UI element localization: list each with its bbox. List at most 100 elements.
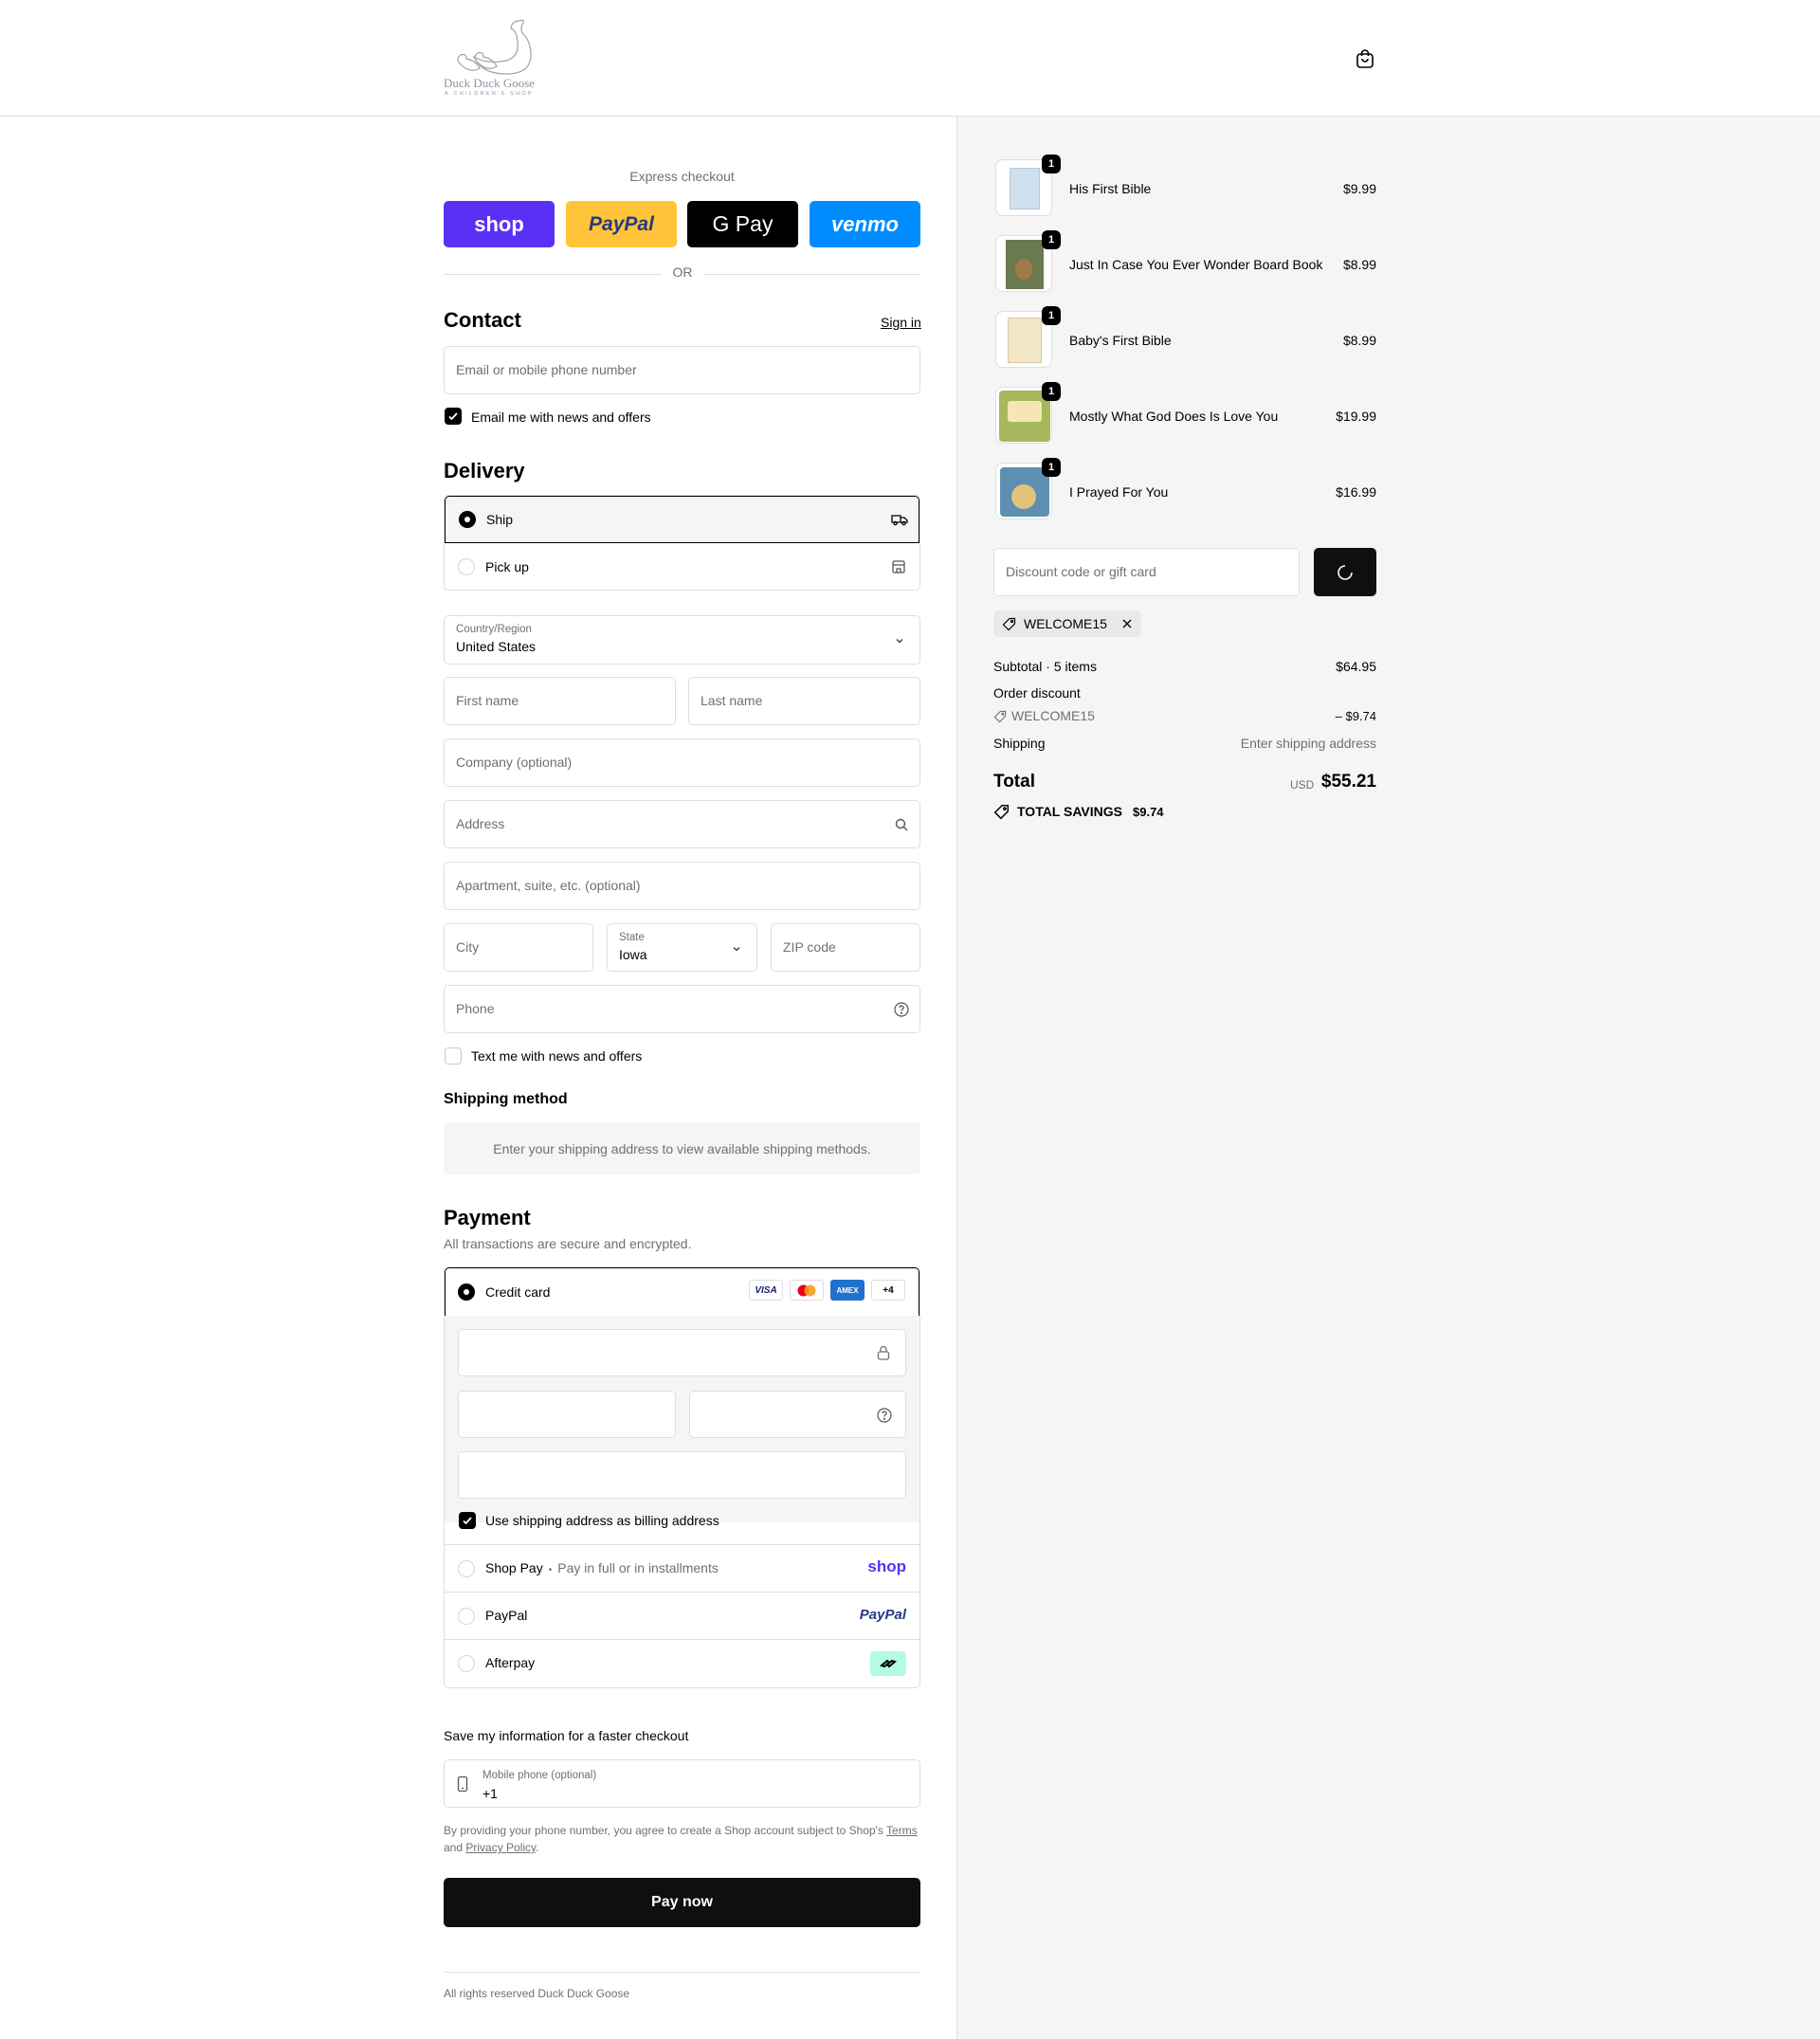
address-field[interactable]: Address (444, 800, 920, 848)
shipping-method-heading: Shipping method (444, 1091, 568, 1107)
last-name-field[interactable]: Last name (688, 677, 920, 725)
pay-now-button[interactable]: Pay now (444, 1878, 920, 1927)
phone-placeholder: Phone (456, 1001, 495, 1016)
phone-field[interactable]: Phone (444, 985, 920, 1033)
credit-card-radio[interactable] (458, 1283, 475, 1301)
order-summary-panel (956, 117, 1820, 2039)
pickup-radio[interactable] (458, 558, 475, 575)
city-field[interactable]: City (444, 923, 593, 972)
store-logo[interactable]: Duck Duck Goose A CHILDREN'S SHOP (444, 17, 555, 97)
save-info-heading: Save my information for a faster checkou… (444, 1728, 689, 1743)
name-on-card-field[interactable] (458, 1451, 906, 1499)
mobile-phone-icon (457, 1775, 468, 1793)
quantity-badge: 1 (1042, 458, 1061, 477)
quantity-badge: 1 (1042, 306, 1061, 325)
afterpay-radio[interactable] (458, 1655, 475, 1672)
order-discount-label: Order discount (993, 685, 1081, 701)
shop-pay-option[interactable]: Shop Pay • Pay in full or in installments … (444, 1544, 920, 1592)
zip-field[interactable]: ZIP code (771, 923, 920, 972)
shopping-bag-icon[interactable] (1354, 47, 1376, 70)
card-number-field[interactable] (458, 1329, 906, 1376)
amex-icon: AMEX (830, 1280, 864, 1301)
email-placeholder: Email or mobile phone number (456, 362, 637, 377)
zip-placeholder: ZIP code (783, 939, 836, 955)
checkmark-icon (463, 1517, 472, 1525)
or-separator: OR (672, 264, 693, 280)
sign-in-link[interactable]: Sign in (881, 315, 921, 330)
apartment-field[interactable]: Apartment, suite, etc. (optional) (444, 862, 920, 910)
divider (444, 274, 662, 275)
discount-code-field[interactable]: Discount code or gift card (993, 548, 1300, 596)
mobile-phone-field[interactable]: Mobile phone (optional) +1 (444, 1759, 920, 1808)
product-price: $8.99 (1342, 257, 1376, 272)
city-placeholder: City (456, 939, 480, 955)
total-savings-value: $9.74 (1133, 805, 1164, 819)
credit-card-label: Credit card (485, 1284, 551, 1300)
delivery-option-pickup[interactable]: Pick up (445, 543, 919, 590)
savings-tag-icon (993, 804, 1010, 820)
privacy-policy-link[interactable]: Privacy Policy (465, 1841, 536, 1854)
payment-subheading: All transactions are secure and encrypte… (444, 1236, 692, 1251)
email-field[interactable]: Email or mobile phone number (444, 346, 920, 394)
product-name: I Prayed For You (1069, 484, 1169, 500)
contact-heading: Contact (444, 308, 521, 332)
quantity-badge: 1 (1042, 382, 1061, 401)
terms-link[interactable]: Terms (886, 1824, 918, 1837)
paypal-logo: PayPal (859, 1607, 906, 1623)
company-field[interactable]: Company (optional) (444, 738, 920, 787)
first-name-field[interactable]: First name (444, 677, 676, 725)
order-discount-code: WELCOME15 (1011, 708, 1095, 723)
email-news-checkbox[interactable] (445, 408, 462, 425)
total-savings-label: TOTAL SAVINGS (1017, 804, 1122, 819)
chevron-down-icon (896, 639, 903, 644)
help-circle-icon[interactable] (876, 1407, 893, 1424)
chevron-down-icon (733, 947, 740, 952)
mastercard-icon (790, 1280, 824, 1301)
card-expiry-field[interactable] (458, 1391, 676, 1438)
product-price: $9.99 (1342, 181, 1376, 196)
paypal-express-button[interactable]: PayPal (566, 201, 677, 247)
discount-tag-label: WELCOME15 (1024, 616, 1107, 631)
country-select[interactable]: Country/Region United States (444, 615, 920, 664)
search-icon (895, 818, 908, 831)
total-label: Total (993, 772, 1035, 792)
last-name-placeholder: Last name (701, 693, 763, 708)
product-price: $8.99 (1342, 333, 1376, 348)
afterpay-option[interactable]: Afterpay (444, 1639, 920, 1686)
store-icon (892, 560, 905, 573)
company-placeholder: Company (optional) (456, 755, 573, 770)
text-news-checkbox[interactable] (445, 1047, 462, 1065)
paypal-radio[interactable] (458, 1608, 475, 1625)
subtotal-value: $64.95 (1336, 659, 1376, 674)
paypal-option[interactable]: PayPal PayPal (444, 1592, 920, 1639)
ship-radio[interactable] (459, 511, 476, 528)
legal-text: By providing your phone number, you agre… (444, 1824, 918, 1854)
close-icon[interactable] (1121, 618, 1133, 629)
ship-label: Ship (486, 512, 514, 527)
shop-pay-express-button[interactable]: shop (444, 201, 555, 247)
state-select[interactable]: State Iowa (607, 923, 757, 972)
apply-discount-button[interactable] (1314, 548, 1376, 596)
email-news-label: Email me with news and offers (471, 410, 651, 425)
google-pay-express-button[interactable]: G Pay (687, 201, 798, 247)
header: Duck Duck Goose A CHILDREN'S SHOP (0, 0, 1820, 117)
divider (444, 1972, 920, 1973)
shop-pay-logo: shop (867, 1557, 906, 1575)
total-value: $55.21 (1320, 772, 1376, 792)
loading-spinner-icon (1338, 564, 1353, 580)
express-checkout-title: Express checkout (629, 169, 735, 184)
afterpay-label: Afterpay (485, 1655, 536, 1670)
venmo-express-button[interactable]: venmo (810, 201, 920, 247)
tag-icon (993, 710, 1007, 723)
pickup-label: Pick up (485, 559, 529, 574)
shop-pay-radio[interactable] (458, 1560, 475, 1577)
shipping-label: Shipping (993, 736, 1046, 751)
product-name: His First Bible (1069, 181, 1152, 196)
help-circle-icon[interactable] (893, 1001, 910, 1018)
billing-same-checkbox[interactable] (459, 1512, 476, 1529)
product-price: $19.99 (1336, 409, 1376, 424)
delivery-option-ship[interactable]: Ship (445, 496, 919, 543)
paypal-label: PayPal (485, 1608, 528, 1623)
discount-placeholder: Discount code or gift card (1006, 564, 1156, 579)
card-cvv-field[interactable] (689, 1391, 906, 1438)
